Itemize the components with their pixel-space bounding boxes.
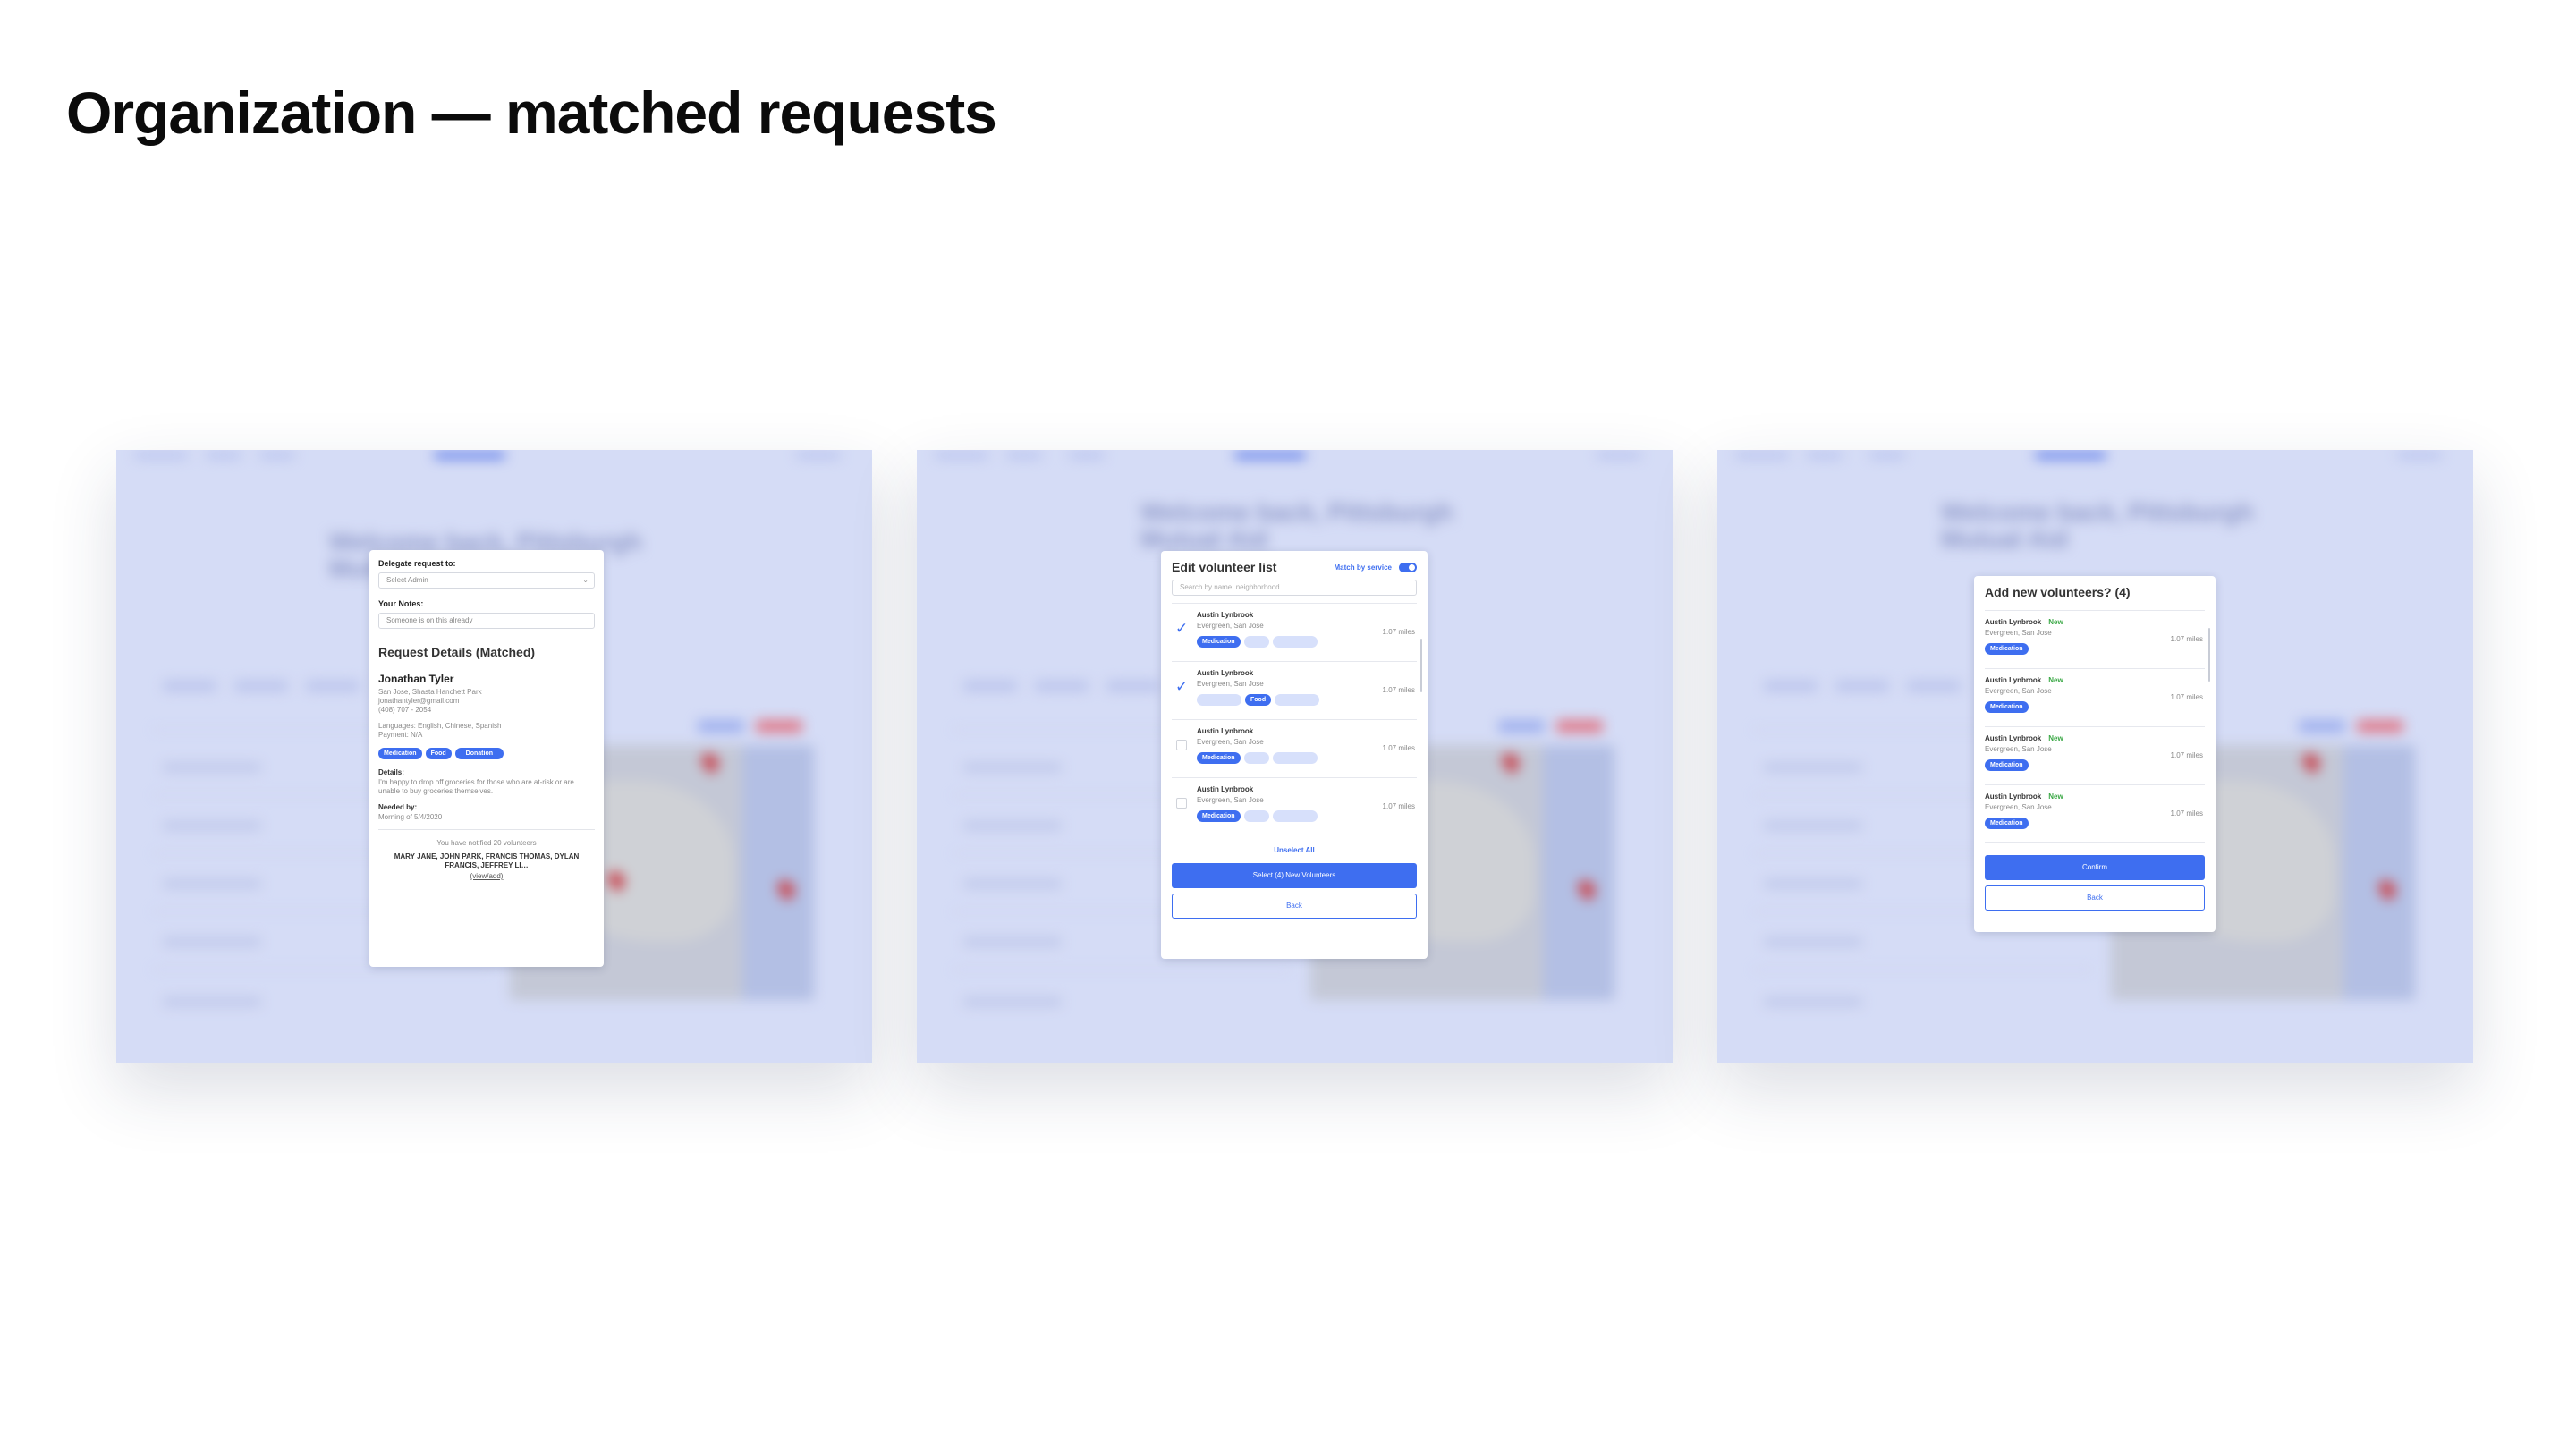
tag-placeholder [1272, 752, 1318, 764]
tag-medication: Medication [1197, 636, 1241, 648]
requester-name: Jonathan Tyler [378, 673, 454, 685]
view-add-link[interactable]: (view/add) [378, 872, 595, 880]
modal-title: Add new volunteers? (4) [1985, 585, 2131, 599]
notes-label: Your Notes: [378, 599, 424, 608]
add-volunteers-modal: Add new volunteers? (4) Austin Lynbrook N… [1974, 576, 2216, 932]
back-button[interactable]: Back [1985, 886, 2205, 911]
volunteer-name: Austin Lynbrook [1197, 727, 1254, 735]
volunteer-distance: 1.07 miles [1382, 628, 1415, 636]
tag-medication: Medication [1985, 643, 2029, 655]
tag-placeholder [1197, 694, 1241, 706]
tag-placeholder [1243, 636, 1269, 648]
volunteer-name: Austin Lynbrook [1197, 785, 1254, 793]
new-badge: New [2048, 792, 2063, 801]
request-tags: Medication Food Donation [378, 748, 595, 759]
needed-by-value: Morning of 5/4/2020 [378, 813, 443, 821]
select-volunteers-button[interactable]: Select (4) New Volunteers [1172, 863, 1417, 888]
tag-medication: Medication [378, 748, 422, 759]
list-item: Austin Lynbrook New Evergreen, San Jose 1… [1985, 610, 2205, 668]
volunteer-distance: 1.07 miles [1382, 744, 1415, 752]
section-title: Request Details (Matched) [378, 645, 595, 665]
volunteer-distance: 1.07 miles [2170, 635, 2203, 643]
tag-placeholder [1243, 810, 1269, 822]
new-badge: New [2048, 676, 2063, 684]
scrollbar[interactable] [2208, 628, 2210, 682]
modal-title: Edit volunteer list [1172, 560, 1277, 574]
list-item: Austin Lynbrook New Evergreen, San Jose 1… [1985, 668, 2205, 726]
delegate-placeholder: Select Admin [386, 576, 428, 584]
scrollbar[interactable] [1420, 639, 1422, 692]
tag-donation: Donation [454, 748, 504, 759]
needed-by-label: Needed by: [378, 803, 418, 811]
volunteer-name: Austin Lynbrook [1197, 611, 1254, 619]
page-title: Organization — matched requests [66, 80, 997, 146]
volunteer-name: Austin Lynbrook [1985, 734, 2042, 742]
volunteer-name: Austin Lynbrook [1985, 676, 2042, 684]
match-by-service-label: Match by service [1334, 564, 1392, 572]
tag-food: Food [425, 748, 452, 759]
new-badge: New [2048, 618, 2063, 626]
list-item[interactable]: Austin Lynbrook Evergreen, San Jose 1.07… [1172, 777, 1417, 835]
requester-languages: Languages: English, Chinese, Spanish [378, 722, 502, 730]
edit-volunteer-modal: Edit volunteer list Match by service Sea… [1161, 551, 1428, 959]
screenshot-edit-volunteer-list: Welcome back, Pittsburgh Mutual Aid Edit… [917, 450, 1673, 1063]
requester-location: San Jose, Shasta Hanchett Park [378, 688, 482, 696]
list-item[interactable]: Austin Lynbrook Evergreen, San Jose 1.07… [1172, 719, 1417, 777]
volunteer-search-input[interactable]: Search by name, neighborhood... [1172, 580, 1417, 596]
volunteer-name: Austin Lynbrook [1985, 792, 2042, 801]
match-by-service-toggle[interactable] [1399, 563, 1417, 572]
tag-placeholder [1272, 810, 1318, 822]
tag-medication: Medication [1985, 818, 2029, 829]
volunteer-name: Austin Lynbrook [1985, 618, 2042, 626]
list-item[interactable]: ✓ Austin Lynbrook Evergreen, San Jose 1.… [1172, 603, 1417, 661]
details-text: I'm happy to drop off groceries for thos… [378, 778, 574, 795]
confirm-button[interactable]: Confirm [1985, 855, 2205, 880]
tag-medication: Medication [1197, 752, 1241, 764]
list-item: Austin Lynbrook New Evergreen, San Jose 1… [1985, 784, 2205, 843]
tag-medication: Medication [1197, 810, 1241, 822]
new-volunteer-list: Austin Lynbrook New Evergreen, San Jose 1… [1985, 610, 2210, 843]
delegate-label: Delegate request to: [378, 559, 456, 568]
checkbox[interactable] [1176, 798, 1187, 809]
screenshot-add-new-volunteers: Welcome back, Pittsburgh Mutual Aid Add … [1717, 450, 2473, 1063]
welcome-heading: Welcome back, Pittsburgh Mutual Aid [1941, 498, 2254, 553]
notified-text: You have notified 20 volunteers [436, 839, 537, 847]
volunteer-names: MARY JANE, JOHN PARK, FRANCIS THOMAS, DY… [394, 852, 580, 869]
check-icon[interactable]: ✓ [1175, 620, 1188, 638]
volunteer-name: Austin Lynbrook [1197, 669, 1254, 677]
tag-placeholder [1272, 636, 1318, 648]
new-badge: New [2048, 734, 2063, 742]
volunteer-list: ✓ Austin Lynbrook Evergreen, San Jose 1.… [1172, 603, 1422, 835]
requester-phone: (408) 707 - 2054 [378, 706, 432, 714]
back-button[interactable]: Back [1172, 894, 1417, 919]
volunteer-distance: 1.07 miles [1382, 802, 1415, 810]
volunteer-distance: 1.07 miles [1382, 686, 1415, 694]
screenshot-request-details: Welcome back, Pittsburgh Mutual Aid Dele… [116, 450, 872, 1063]
tag-food: Food [1245, 694, 1272, 706]
check-icon[interactable]: ✓ [1175, 678, 1188, 696]
tag-medication: Medication [1985, 701, 2029, 713]
list-item: Austin Lynbrook New Evergreen, San Jose 1… [1985, 726, 2205, 784]
volunteer-distance: 1.07 miles [2170, 809, 2203, 818]
checkbox[interactable] [1176, 740, 1187, 750]
chevron-down-icon: ⌄ [582, 576, 589, 584]
tag-medication: Medication [1985, 759, 2029, 771]
requester-payment: Payment: N/A [378, 731, 423, 739]
volunteer-distance: 1.07 miles [2170, 751, 2203, 759]
tag-placeholder [1275, 694, 1320, 706]
welcome-heading: Welcome back, Pittsburgh Mutual Aid [1140, 498, 1453, 553]
details-label: Details: [378, 768, 404, 776]
requester-email: jonathantyler@gmail.com [378, 697, 460, 705]
volunteer-distance: 1.07 miles [2170, 693, 2203, 701]
notes-input[interactable]: Someone is on this already [378, 613, 595, 629]
tag-placeholder [1243, 752, 1269, 764]
unselect-all-link[interactable]: Unselect All [1172, 846, 1417, 854]
list-item[interactable]: ✓ Austin Lynbrook Evergreen, San Jose 1.… [1172, 661, 1417, 719]
delegate-select[interactable]: Select Admin ⌄ [378, 572, 595, 589]
request-details-modal: Delegate request to: Select Admin ⌄ Your… [369, 550, 604, 967]
